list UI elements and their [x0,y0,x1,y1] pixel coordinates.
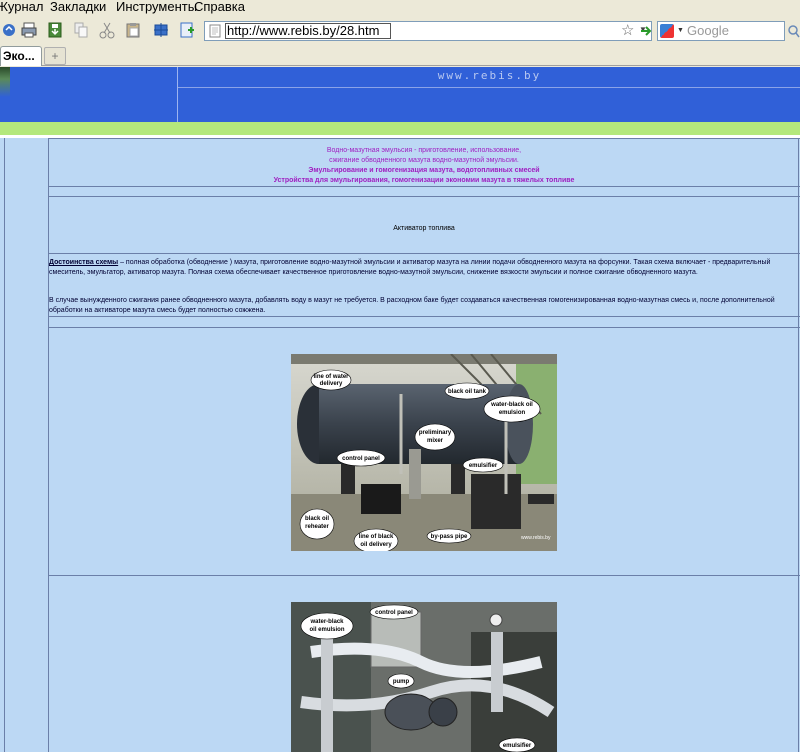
header-title-row: www.rebis.by [178,67,800,88]
engine-dropdown-icon[interactable]: ▼ [677,27,684,34]
row-line [48,316,800,317]
page-viewport: www.rebis.by Водно-мазутная эмульсия - п… [0,67,800,752]
row-line [48,138,800,139]
url-text[interactable]: http://www.rebis.by/28.htm [227,23,379,39]
site-header: www.rebis.by [177,67,800,122]
callout-emulsion: water-black oil [490,402,533,408]
section-title: Активатор топлива [393,225,455,232]
tab-label: Эко... [3,49,35,63]
callout-emulsion-2b: oil emulsion [309,627,344,633]
fullscreen-icon[interactable] [152,21,170,39]
right-border [798,138,799,752]
menu-bar: Журнал Закладки Инструменты Справка [0,0,800,16]
intro-line: Водно-мазутная эмульсия - приготовление,… [326,147,522,154]
print-icon[interactable] [20,21,38,39]
callout-bypass: by-pass pipe [431,534,468,540]
row-line [48,186,800,187]
content-area: Водно-мазутная эмульсия - приготовление,… [0,138,800,752]
callout-pump: pump [393,679,410,685]
bookmark-add-icon[interactable] [178,21,196,39]
photo-watermark: www.rebis.by [521,535,551,541]
case-paragraph: В случае вынужденного сжигания ранее обв… [49,297,775,314]
row-line [48,575,800,576]
callout-black-oil-delivery: line of black [359,534,394,540]
row-line [48,327,800,328]
green-divider [0,122,800,135]
intro-block: Водно-мазутная эмульсия - приготовление,… [50,146,798,186]
site-logo-area [0,67,177,122]
callout-control-panel-2: control panel [375,610,413,616]
cut-icon[interactable] [98,21,116,39]
equipment-photo-2: control panel water-black oil emulsion p… [291,602,557,752]
callout-mixer-2: mixer [427,438,444,444]
callout-water-delivery-2: delivery [320,381,343,387]
callout-emulsifier: emulsifier [469,463,498,469]
callout-emulsion-2a: water-black [309,619,344,625]
advantages-heading: Достоинства схемы [49,259,119,266]
save-icon[interactable] [46,21,64,39]
google-engine-icon[interactable] [660,24,674,38]
column-divider [48,138,49,752]
home-icon[interactable] [0,21,18,39]
menu-bookmarks[interactable]: Закладки [50,0,106,14]
row-line [48,253,800,254]
paste-icon[interactable] [124,21,142,39]
callout-emulsion-2: emulsion [499,410,526,416]
intro-line: сжигание обводненного мазута водно-мазут… [329,157,519,164]
search-box[interactable]: ▼ Google [657,21,785,41]
search-magnifier-icon[interactable] [788,24,800,38]
left-border [4,138,5,752]
callout-mixer: preliminary [419,430,452,436]
palm-image [0,67,10,97]
callout-control-panel: control panel [342,456,380,462]
new-tab-button[interactable]: + [44,47,66,65]
search-placeholder: Google [687,23,729,38]
callout-reheater-2: reheater [305,524,329,530]
equipment-photo-1: line of water delivery black oil tank wa… [291,354,557,551]
tab-active[interactable]: Эко... [0,46,42,66]
advantages-text: – полная обработка (обводнение ) мазута,… [49,259,771,276]
callout-emulsifier-2: emulsifier [503,743,532,749]
menu-tools[interactable]: Инструменты [116,0,197,14]
intro-line: Эмульгирование и гомогенизация мазута, в… [308,167,540,174]
copy-icon[interactable] [72,21,90,39]
callout-black-oil-delivery-2: oil delivery [360,542,392,548]
address-bar[interactable]: http://www.rebis.by/28.htm ☆ ▼ [204,21,652,41]
tab-bar: Эко... + [0,44,800,66]
advantages-paragraph: Достоинства схемы – полная обработка (об… [49,258,797,278]
menu-help[interactable]: Справка [194,0,245,14]
menu-journal[interactable]: Журнал [0,0,43,14]
callout-tank: black oil tank [448,389,487,395]
intro-line: Устройства для эмульгирования, гомогениз… [273,177,575,184]
callout-reheater: black oil [305,516,329,522]
site-title: www.rebis.by [437,69,542,82]
star-icon[interactable]: ☆ [621,22,634,39]
row-line [48,196,800,197]
callout-water-delivery: line of water [313,374,349,380]
page-favicon [208,24,222,38]
go-arrow-icon[interactable] [638,23,654,39]
